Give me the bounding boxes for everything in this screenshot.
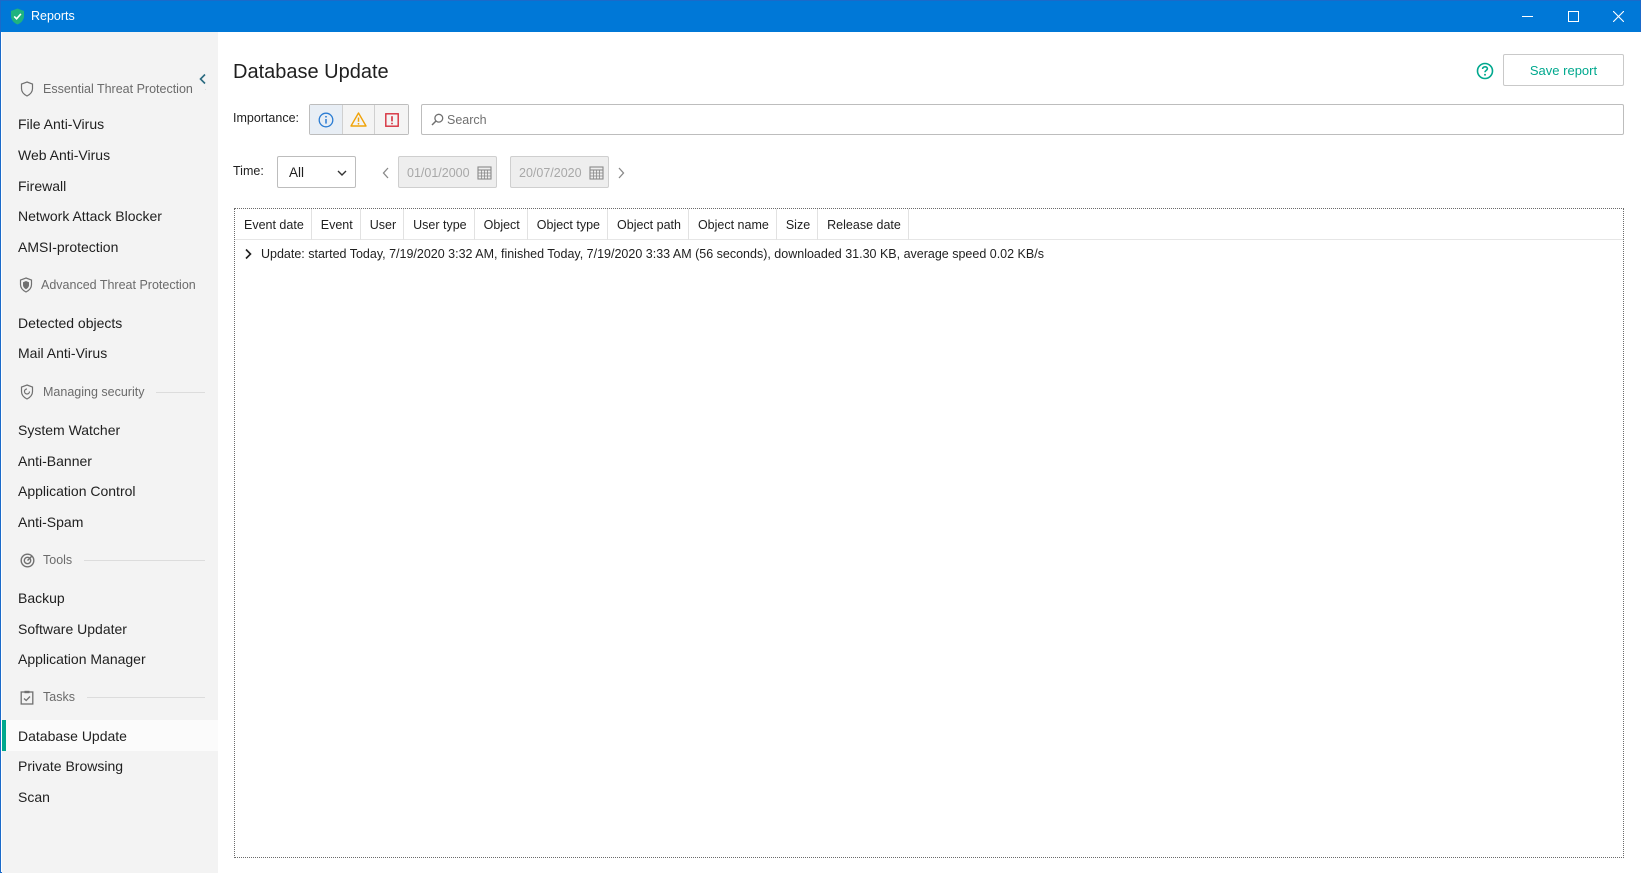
sidebar-item-anti-spam[interactable]: Anti-Spam <box>2 506 218 537</box>
column-header-object-type[interactable]: Object type <box>528 209 609 240</box>
time-select-value: All <box>289 165 305 180</box>
close-icon <box>1612 11 1624 22</box>
minimize-button[interactable] <box>1504 1 1550 32</box>
table-header: Event date Event User User type Object O… <box>235 209 1623 240</box>
calendar-icon <box>589 166 604 180</box>
title-bar[interactable]: Reports <box>1 1 1640 32</box>
chevron-right-icon[interactable] <box>242 248 254 260</box>
sidebar-section-tasks: Tasks <box>19 687 205 707</box>
sidebar-item-network-attack-blocker[interactable]: Network Attack Blocker <box>2 200 218 231</box>
next-period-chevron-icon[interactable] <box>616 167 626 179</box>
tools-gauge-icon <box>19 552 35 568</box>
time-select[interactable]: All <box>277 156 356 188</box>
clipboard-check-icon <box>19 689 35 705</box>
date-from-field: 01/01/2000 <box>398 156 497 188</box>
search-icon <box>431 113 444 126</box>
sidebar: Essential Threat Protection File Anti-Vi… <box>2 32 218 873</box>
sidebar-item-backup[interactable]: Backup <box>2 582 218 613</box>
sidebar-item-web-anti-virus[interactable]: Web Anti-Virus <box>2 139 218 170</box>
previous-period-chevron-icon[interactable] <box>381 167 391 179</box>
sidebar-item-application-manager[interactable]: Application Manager <box>2 643 218 674</box>
sidebar-item-file-anti-virus[interactable]: File Anti-Virus <box>2 108 218 139</box>
search-box[interactable] <box>421 104 1624 135</box>
importance-label: Importance: <box>233 111 300 125</box>
app-shield-icon <box>11 8 24 25</box>
sidebar-item-application-control[interactable]: Application Control <box>2 475 218 506</box>
column-header-user-type[interactable]: User type <box>404 209 475 240</box>
column-header-event[interactable]: Event <box>312 209 361 240</box>
search-input[interactable] <box>447 109 1607 131</box>
sidebar-section-essential: Essential Threat Protection <box>19 79 205 99</box>
window-title: Reports <box>31 9 75 23</box>
sidebar-section-managing: Managing security <box>19 382 205 402</box>
column-header-release-date[interactable]: Release date <box>818 209 909 240</box>
sidebar-item-amsi-protection[interactable]: AMSI-protection <box>2 231 218 262</box>
table-row[interactable]: Update: started Today, 7/19/2020 3:32 AM… <box>235 243 1623 265</box>
column-header-size[interactable]: Size <box>777 209 819 240</box>
maximize-button[interactable] <box>1550 1 1596 32</box>
calendar-icon <box>477 166 492 180</box>
column-header-object-name[interactable]: Object name <box>689 209 777 240</box>
sidebar-item-software-updater[interactable]: Software Updater <box>2 613 218 644</box>
sidebar-section-advanced: Advanced Threat Protection <box>19 275 205 295</box>
save-report-button[interactable]: Save report <box>1503 54 1624 86</box>
shield-refresh-icon <box>19 384 35 400</box>
section-divider <box>156 391 205 393</box>
page-title: Database Update <box>233 61 389 83</box>
sidebar-item-database-update[interactable]: Database Update <box>2 720 218 751</box>
sidebar-item-scan[interactable]: Scan <box>2 781 218 812</box>
help-icon[interactable] <box>1476 62 1494 80</box>
reports-window: Reports Essential Threat Protection File… <box>0 0 1641 873</box>
sidebar-item-firewall[interactable]: Firewall <box>2 170 218 201</box>
shield-outline-icon <box>19 81 35 97</box>
importance-info-toggle[interactable] <box>310 105 343 134</box>
column-header-event-date[interactable]: Event date <box>235 209 312 240</box>
events-table[interactable]: Event date Event User User type Object O… <box>234 208 1624 858</box>
info-icon <box>318 112 334 127</box>
date-to-value: 20/07/2020 <box>519 166 582 180</box>
minimize-icon <box>1521 16 1533 17</box>
sidebar-item-system-watcher[interactable]: System Watcher <box>2 414 218 445</box>
date-to-field: 20/07/2020 <box>510 156 609 188</box>
sidebar-section-tools: Tools <box>19 550 205 570</box>
chevron-down-icon <box>337 170 347 176</box>
importance-warning-toggle[interactable] <box>342 105 376 134</box>
section-divider <box>86 696 205 698</box>
sidebar-item-mail-anti-virus[interactable]: Mail Anti-Virus <box>2 337 218 368</box>
importance-filter <box>309 104 409 135</box>
shield-double-icon <box>19 277 33 293</box>
close-button[interactable] <box>1595 1 1641 32</box>
maximize-icon <box>1567 11 1579 22</box>
main-panel: Database Update Save report Importance: <box>218 32 1641 873</box>
importance-critical-toggle[interactable] <box>375 105 408 134</box>
column-header-object[interactable]: Object <box>475 209 528 240</box>
warning-icon <box>350 112 367 127</box>
column-header-user[interactable]: User <box>361 209 405 240</box>
sidebar-item-detected-objects[interactable]: Detected objects <box>2 307 218 338</box>
section-divider <box>84 559 205 561</box>
critical-icon <box>384 112 399 127</box>
sidebar-item-private-browsing[interactable]: Private Browsing <box>2 750 218 781</box>
column-header-object-path[interactable]: Object path <box>608 209 689 240</box>
date-from-value: 01/01/2000 <box>407 166 470 180</box>
time-label: Time: <box>233 164 264 178</box>
row-summary-text: Update: started Today, 7/19/2020 3:32 AM… <box>261 247 1044 261</box>
sidebar-item-anti-banner[interactable]: Anti-Banner <box>2 445 218 476</box>
